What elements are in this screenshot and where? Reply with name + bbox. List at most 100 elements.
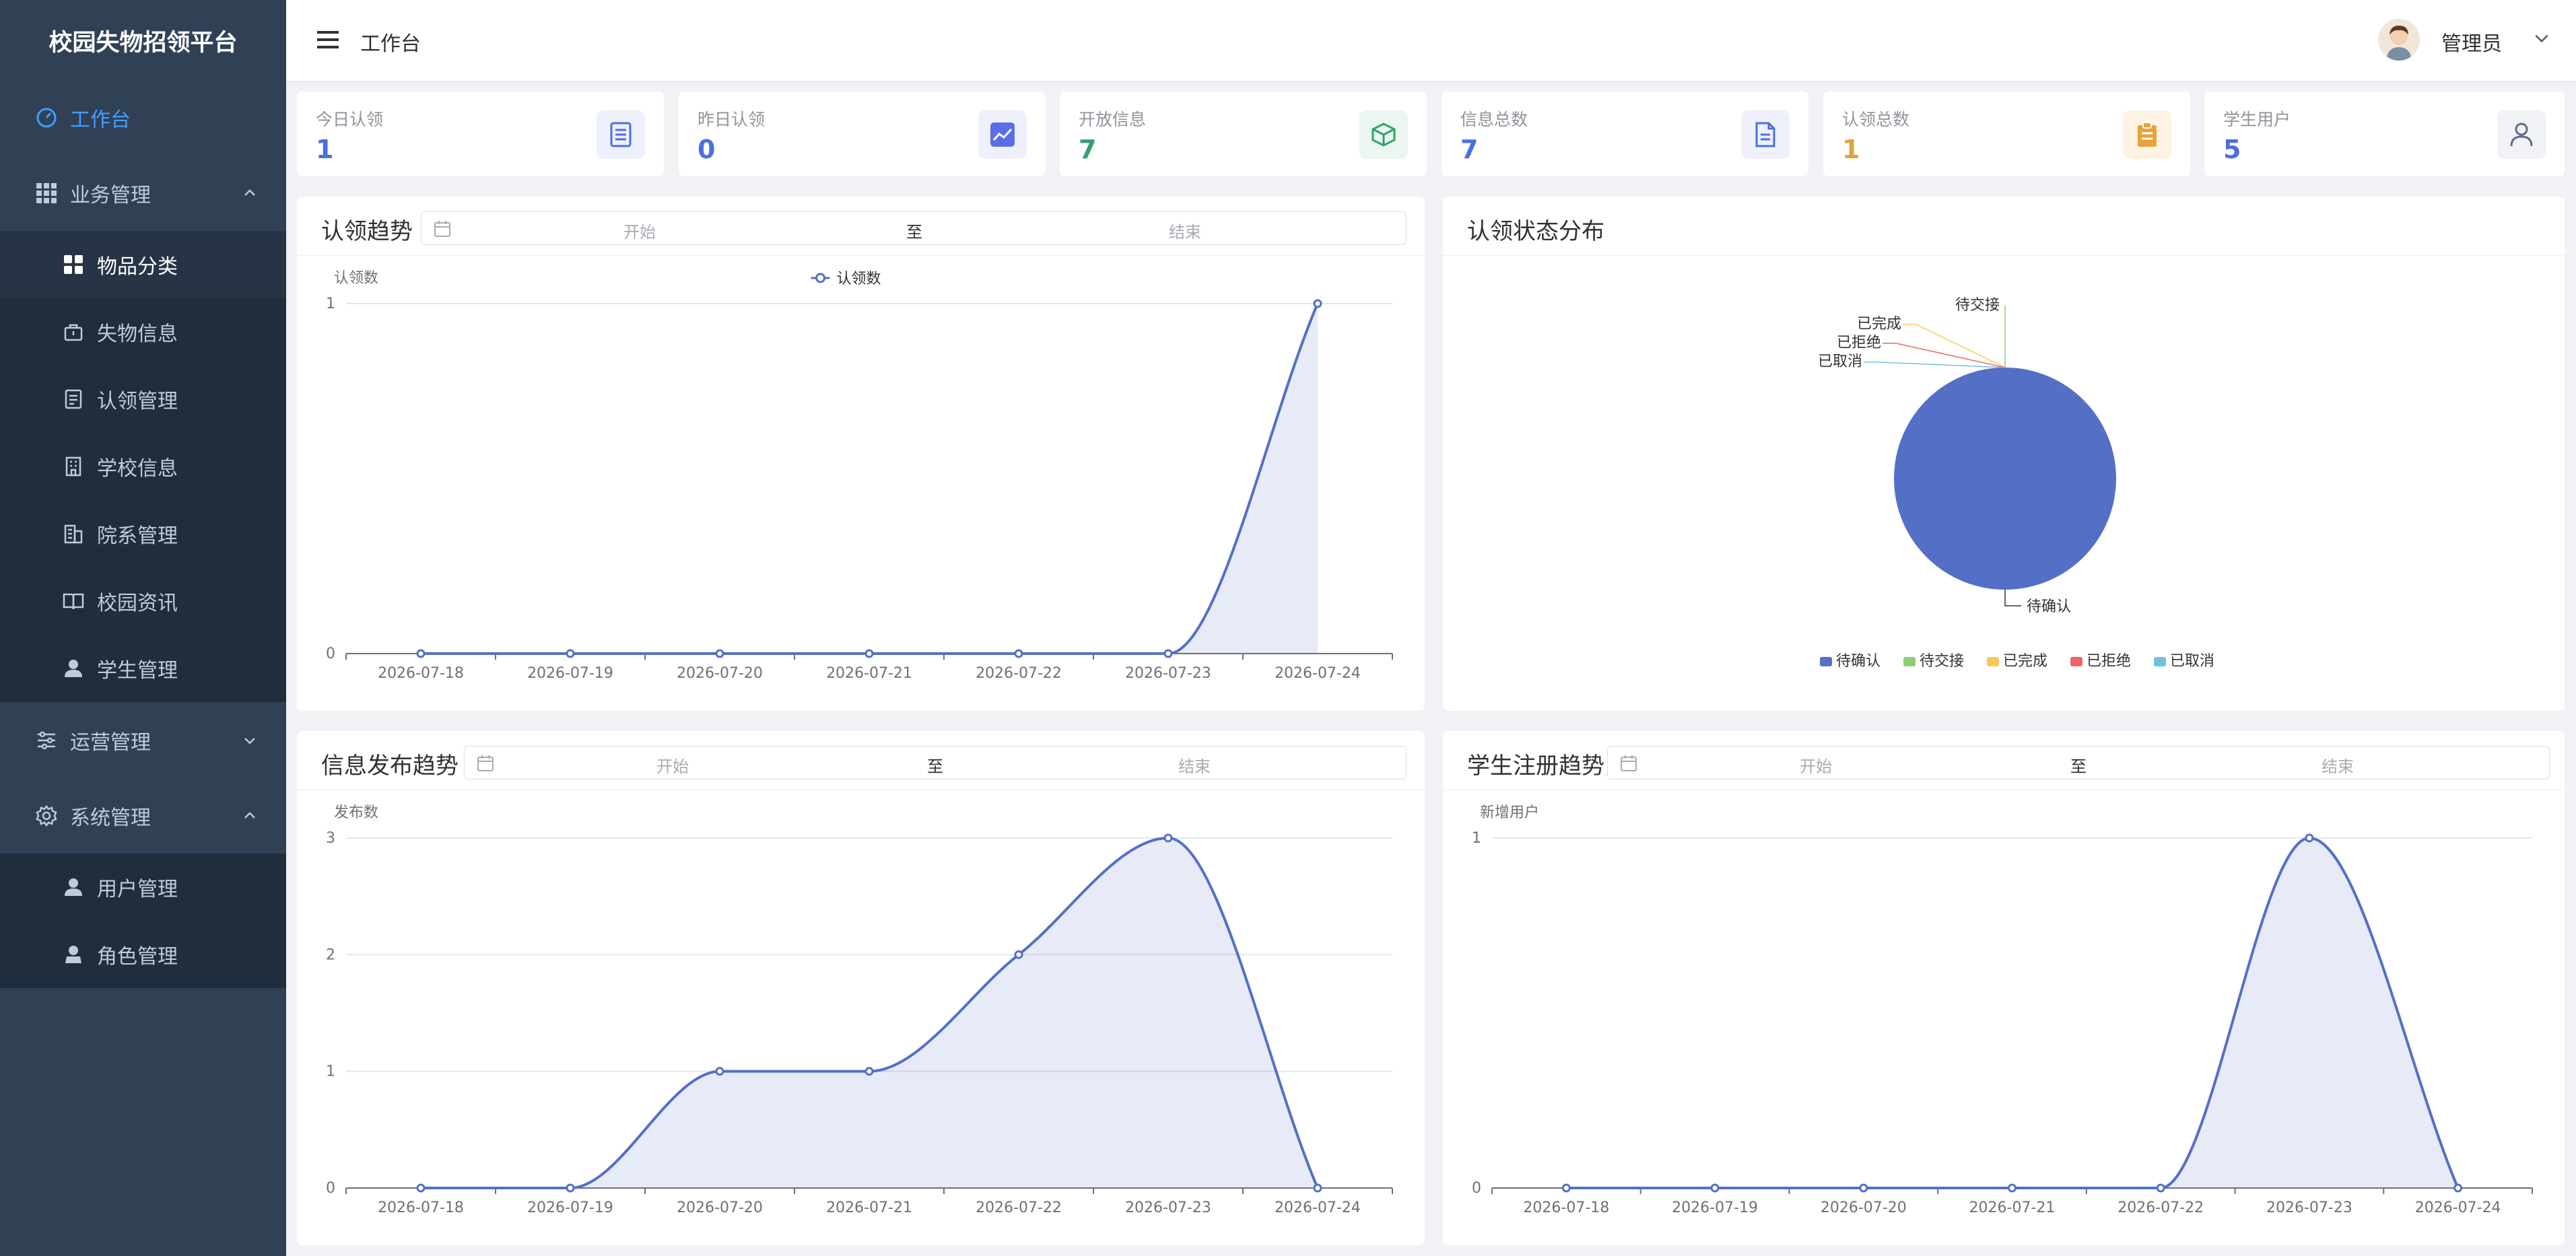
date-end-input[interactable]: 结束 — [1178, 753, 1211, 777]
sidebar-item-label: 用户管理 — [97, 878, 178, 901]
chevron-down-icon[interactable] — [2533, 30, 2550, 47]
panel-register-trend: 学生注册趋势 开始 至 结束 新增用户 0 1 2026-07-18 2026-07-1… — [1443, 731, 2565, 1245]
stat-value: 5 — [2223, 135, 2241, 164]
legend-marker — [2070, 657, 2082, 666]
panel-publish-trend: 信息发布趋势 开始 至 结束 发布数 0 1 2 3 2026-07-18 2026-07-… — [297, 731, 1425, 1245]
slice-label: 待交接 — [1955, 297, 2000, 314]
legend-label: 已拒绝 — [2087, 653, 2131, 670]
panel-status-distribution: 认领状态分布 待确认 待交接 已完成 已拒绝 已取消 待确认 待交接 已完成 已拒绝 已取消 — [1443, 197, 2565, 711]
sidebar-item-users[interactable]: 用户管理 — [0, 853, 286, 921]
stat-card-students: 学生用户 5 — [2204, 92, 2565, 176]
stat-card-yesterday-claims: 昨日认领 0 — [679, 92, 1046, 176]
x-tick-label: 2026-07-22 — [976, 1199, 1062, 1216]
stat-label: 学生用户 — [2223, 110, 2291, 129]
x-tick-label: 2026-07-21 — [826, 665, 912, 682]
breadcrumb: 工作台 — [360, 32, 421, 56]
sidebar-item-label: 校园资讯 — [97, 592, 178, 615]
trend-icon — [978, 110, 1027, 159]
y-tick-label: 0 — [326, 646, 335, 662]
sidebar-item-label: 业务管理 — [70, 184, 151, 207]
data-point — [2453, 1183, 2463, 1193]
date-start-input[interactable]: 开始 — [623, 219, 656, 242]
panel-title: 学生注册趋势 — [1467, 753, 1604, 779]
sidebar-item-label: 角色管理 — [97, 945, 178, 969]
x-tick-label: 2026-07-23 — [1125, 1199, 1211, 1216]
y-tick-label: 0 — [1472, 1180, 1481, 1197]
panel-title: 认领状态分布 — [1467, 218, 1604, 245]
y-tick-label: 2 — [326, 946, 335, 963]
sidebar-item-system[interactable]: 系统管理 — [0, 782, 286, 849]
stat-value: 1 — [1842, 135, 1860, 164]
x-tick-label: 2026-07-24 — [1275, 665, 1361, 682]
data-point — [566, 649, 575, 658]
sidebar-item-category[interactable]: 物品分类 — [0, 231, 286, 298]
claim-trend-chart: 认领数 0 1 2026-07-18 2026-07-19 2026-07-20 2026-… — [326, 270, 1393, 682]
sidebar-item-news[interactable]: 校园资讯 — [0, 567, 286, 635]
stat-card-open-info: 开放信息 7 — [1060, 92, 1427, 176]
label-leader-line — [1903, 324, 2006, 368]
sidebar-item-business[interactable]: 业务管理 — [0, 160, 286, 227]
sidebar-item-label: 系统管理 — [70, 806, 151, 830]
sidebar-item-department[interactable]: 院系管理 — [0, 500, 286, 567]
data-point — [1313, 1183, 1322, 1193]
legend-label: 已完成 — [2003, 653, 2047, 670]
sidebar-item-operations[interactable]: 运营管理 — [0, 707, 286, 774]
date-start-input[interactable]: 开始 — [656, 753, 689, 777]
stat-label: 昨日认领 — [698, 110, 766, 129]
chevron-up-icon — [244, 812, 255, 818]
stat-card-today-claims: 今日认领 1 — [297, 92, 664, 176]
role-icon — [62, 943, 85, 966]
sidebar-item-label: 院系管理 — [97, 524, 178, 548]
sidebar-item-label: 工作台 — [70, 108, 131, 132]
stat-card-total-claims: 认领总数 1 — [1823, 92, 2190, 176]
sidebar-item-label: 物品分类 — [97, 255, 178, 279]
date-range-separator: 至 — [906, 223, 922, 242]
x-tick-label: 2026-07-19 — [527, 1199, 613, 1216]
sidebar-item-roles[interactable]: 角色管理 — [0, 921, 286, 988]
y-axis-label: 发布数 — [334, 804, 378, 821]
x-tick-label: 2026-07-22 — [976, 665, 1062, 682]
sidebar: 校园失物招领平台 工作台 业务管理 物品分类 失物信息 认领管理 学校信息 院系… — [0, 0, 286, 1256]
date-end-input[interactable]: 结束 — [1169, 219, 1201, 242]
avatar[interactable] — [2378, 19, 2420, 61]
y-tick-label: 1 — [326, 1063, 335, 1080]
sidebar-item-claims[interactable]: 认领管理 — [0, 365, 286, 433]
y-axis-label: 新增用户 — [1480, 804, 1539, 821]
dashboard-icon — [35, 106, 58, 129]
data-point — [865, 1067, 874, 1076]
date-start-input[interactable]: 开始 — [1800, 753, 1832, 777]
date-range-picker[interactable]: 开始 至 结束 — [1607, 746, 2550, 779]
user-icon — [2497, 110, 2546, 159]
sidebar-item-lost-info[interactable]: 失物信息 — [0, 298, 286, 365]
hamburger-icon[interactable] — [317, 30, 339, 50]
label-leader-line — [2004, 590, 2021, 606]
pie-slice — [1894, 368, 2116, 590]
document-icon — [597, 110, 645, 159]
user-icon — [62, 876, 85, 899]
sidebar-item-school[interactable]: 学校信息 — [0, 433, 286, 500]
user-icon — [62, 657, 85, 680]
sidebar-item-students[interactable]: 学生管理 — [0, 635, 286, 702]
x-tick-label: 2026-07-21 — [1969, 1199, 2056, 1216]
legend-marker — [1820, 657, 1832, 666]
sidebar-item-label: 学校信息 — [97, 457, 178, 481]
y-tick-label: 0 — [326, 1180, 335, 1197]
data-point — [1710, 1183, 1720, 1193]
legend-label: 已取消 — [2170, 653, 2214, 670]
date-range-picker[interactable]: 开始 至 结束 — [464, 746, 1406, 779]
user-name[interactable]: 管理员 — [2441, 27, 2502, 57]
legend-label: 待交接 — [1920, 653, 1964, 670]
sidebar-item-dashboard[interactable]: 工作台 — [0, 84, 286, 151]
legend-marker — [815, 273, 825, 283]
stat-value: 0 — [698, 135, 716, 164]
sidebar-item-label: 运营管理 — [70, 731, 151, 755]
building-icon — [62, 455, 85, 478]
slice-label: 已取消 — [1818, 353, 1862, 370]
data-point — [1163, 649, 1173, 658]
legend-label: 待确认 — [1836, 653, 1880, 670]
date-end-input[interactable]: 结束 — [2321, 753, 2354, 777]
sidebar-item-label: 学生管理 — [97, 659, 178, 683]
date-range-picker[interactable]: 开始 至 结束 — [421, 211, 1406, 245]
legend-marker — [1903, 657, 1916, 666]
stat-label: 开放信息 — [1079, 110, 1147, 129]
